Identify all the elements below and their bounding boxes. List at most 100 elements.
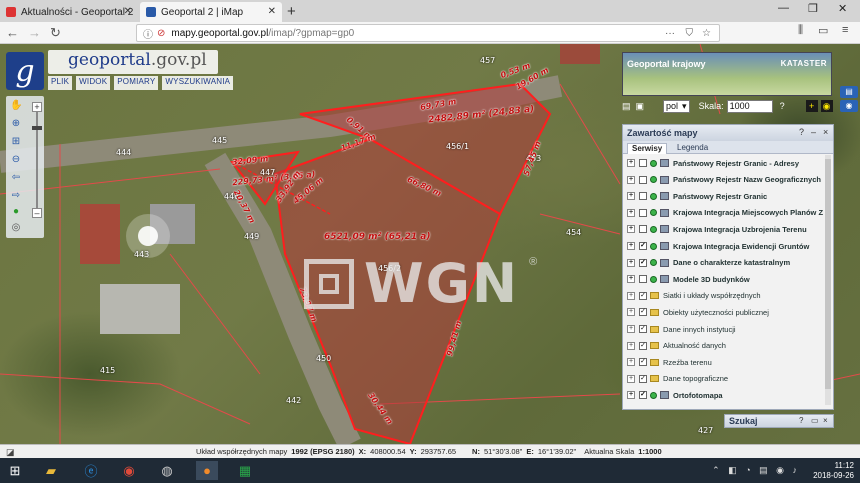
layer-checkbox[interactable] xyxy=(639,192,647,201)
menu-wyszukiwania[interactable]: WYSZUKIWANIA xyxy=(162,76,234,90)
layer-checkbox[interactable]: ✓ xyxy=(639,291,647,300)
scale-input[interactable]: 1000 xyxy=(726,99,773,113)
layer-row[interactable]: + Modele 3D budynków xyxy=(627,271,827,287)
zoom-box-icon[interactable]: ⊞ xyxy=(10,136,22,148)
layer-row[interactable]: + ✓ Dane innych instytucji xyxy=(627,321,827,337)
expand-icon[interactable]: + xyxy=(627,291,635,300)
new-tab-button[interactable]: + xyxy=(287,3,296,20)
zoom-thumb[interactable] xyxy=(32,126,42,130)
plus-star-icon[interactable]: + xyxy=(805,100,818,112)
info-tool-icon[interactable]: ● xyxy=(10,206,22,218)
view-icon[interactable]: ◉ xyxy=(840,100,858,112)
expand-icon[interactable]: + xyxy=(627,242,635,250)
tab-geoportal-imap[interactable]: Geoportal 2 | iMap ✕ xyxy=(140,2,282,22)
layer-row[interactable]: + ✓ Rzeźba terenu xyxy=(627,354,827,370)
pan-hand-icon[interactable]: ✋ xyxy=(10,100,22,112)
layer-checkbox[interactable]: ✓ xyxy=(639,391,647,400)
overview-map[interactable]: Geoportal krajowy KATASTER xyxy=(622,52,832,96)
forward-icon[interactable]: → xyxy=(28,25,41,40)
save-icon[interactable]: ▣ xyxy=(636,101,645,112)
menu-icon[interactable]: ≡ xyxy=(842,24,848,36)
tab-legenda[interactable]: Legenda xyxy=(673,143,712,152)
question-icon[interactable]: ? xyxy=(780,101,785,111)
layer-checkbox[interactable] xyxy=(639,225,647,234)
expand-icon[interactable]: + xyxy=(627,192,635,201)
layer-checkbox[interactable] xyxy=(639,159,647,167)
layer-checkbox[interactable]: ✓ xyxy=(639,242,647,250)
help-icon[interactable]: ? xyxy=(799,416,803,425)
menu-pomiary[interactable]: POMIARY xyxy=(114,76,159,90)
sidebar-icon[interactable]: ▭ xyxy=(818,24,828,37)
zoom-out-icon[interactable]: ⊖ xyxy=(10,154,22,166)
windows-start-icon[interactable]: ⊞ xyxy=(4,461,26,480)
layer-checkbox[interactable] xyxy=(639,208,647,217)
eye-icon[interactable]: ◉ xyxy=(820,100,833,112)
expand-icon[interactable]: + xyxy=(627,374,635,383)
search-panel[interactable]: Szukaj ? ▭ × xyxy=(724,414,834,428)
expand-icon[interactable]: + xyxy=(627,208,635,217)
layer-checkbox[interactable]: ✓ xyxy=(639,325,647,333)
expand-icon[interactable]: + xyxy=(627,308,635,317)
star-icon[interactable]: ☆ xyxy=(702,28,711,39)
close-icon[interactable]: ✕ xyxy=(124,6,132,17)
expand-icon[interactable]: + xyxy=(627,325,635,333)
explorer-icon[interactable]: ▰ xyxy=(40,461,62,480)
minimize-icon[interactable]: — xyxy=(778,2,789,14)
arrow-left-icon[interactable]: ⇦ xyxy=(10,172,22,184)
tab-aktualnosci[interactable]: Aktualności - Geoportal 2 ✕ xyxy=(0,2,138,22)
minimize-panel-icon[interactable]: – xyxy=(811,127,816,137)
expand-icon[interactable]: + xyxy=(627,159,635,167)
layer-row[interactable]: + Krajowa Integracja Uzbrojenia Terenu xyxy=(627,221,827,237)
url-bar[interactable]: ⓘ ⊘ mapy.geoportal.gov.pl /imap/?gpmap=g… xyxy=(136,24,720,42)
maximize-icon[interactable]: ❐ xyxy=(808,2,818,15)
geoportal-logo[interactable]: g xyxy=(6,52,44,90)
scroll-thumb[interactable] xyxy=(825,159,831,389)
layer-row[interactable]: + ✓ Krajowa Integracja Ewidencji Gruntów xyxy=(627,238,827,254)
library-icon[interactable]: ⫼ xyxy=(798,24,803,37)
chrome-icon[interactable]: ◉ xyxy=(118,461,140,480)
help-icon[interactable]: ? xyxy=(799,127,804,137)
layer-checkbox[interactable] xyxy=(639,275,647,284)
layer-row[interactable]: + Państwowy Rejestr Granic xyxy=(627,188,827,204)
close-window-icon[interactable]: ✕ xyxy=(838,2,847,15)
expand-icon[interactable]: + xyxy=(627,391,635,400)
menu-plik[interactable]: PLIK xyxy=(48,76,73,90)
expand-icon[interactable]: + xyxy=(627,275,635,284)
restore-icon[interactable]: ▭ xyxy=(811,416,819,425)
globe-icon[interactable]: ◎ xyxy=(10,222,22,234)
expand-icon[interactable]: + xyxy=(627,175,635,184)
layer-row[interactable]: + ✓ Aktualność danych xyxy=(627,338,827,354)
layer-checkbox[interactable]: ✓ xyxy=(639,374,647,383)
close-panel-icon[interactable]: × xyxy=(823,416,828,425)
resize-icon[interactable]: ◪ xyxy=(6,447,15,458)
menu-widok[interactable]: WIDOK xyxy=(76,76,111,90)
layer-row[interactable]: + ✓ Dane topograficzne xyxy=(627,371,827,387)
layer-checkbox[interactable]: ✓ xyxy=(639,258,647,267)
back-icon[interactable]: ← xyxy=(6,25,19,40)
zoom-slider[interactable]: + – xyxy=(32,102,42,218)
side-panel-icon[interactable]: ▤ xyxy=(840,86,858,98)
arrow-right-icon[interactable]: ⇨ xyxy=(10,190,22,202)
layer-row[interactable]: + Państwowy Rejestr Nazw Geograficznych xyxy=(627,172,827,188)
expand-icon[interactable]: + xyxy=(627,258,635,267)
system-tray[interactable]: ⌃ ◧ ◔ ▤ ◉ ♪ xyxy=(712,465,800,476)
tab-serwisy[interactable]: Serwisy xyxy=(627,143,668,154)
info-icon[interactable]: ⓘ xyxy=(143,26,153,41)
expand-icon[interactable]: + xyxy=(627,225,635,234)
panel-scrollbar[interactable] xyxy=(825,155,831,405)
expand-icon[interactable]: + xyxy=(627,358,635,367)
layer-row[interactable]: + Krajowa Integracja Miejscowych Planów Z xyxy=(627,205,827,221)
zoom-in-icon[interactable]: ⊕ xyxy=(10,118,22,130)
ie-icon[interactable]: ⓔ xyxy=(80,461,102,480)
firefox-icon[interactable]: ● xyxy=(196,461,218,480)
kataster-badge[interactable]: KATASTER xyxy=(781,59,827,68)
reload-icon[interactable]: ↻ xyxy=(50,25,61,41)
expand-icon[interactable]: + xyxy=(627,341,635,350)
layer-checkbox[interactable]: ✓ xyxy=(639,341,647,350)
zoom-plus-button[interactable]: + xyxy=(32,102,42,112)
layer-checkbox[interactable]: ✓ xyxy=(639,358,647,367)
close-panel-icon[interactable]: × xyxy=(823,127,828,137)
layer-checkbox[interactable]: ✓ xyxy=(639,308,647,317)
shield-icon[interactable]: ⛉ xyxy=(686,28,694,39)
layer-row[interactable]: + Państwowy Rejestr Granic - Adresy xyxy=(627,155,827,171)
